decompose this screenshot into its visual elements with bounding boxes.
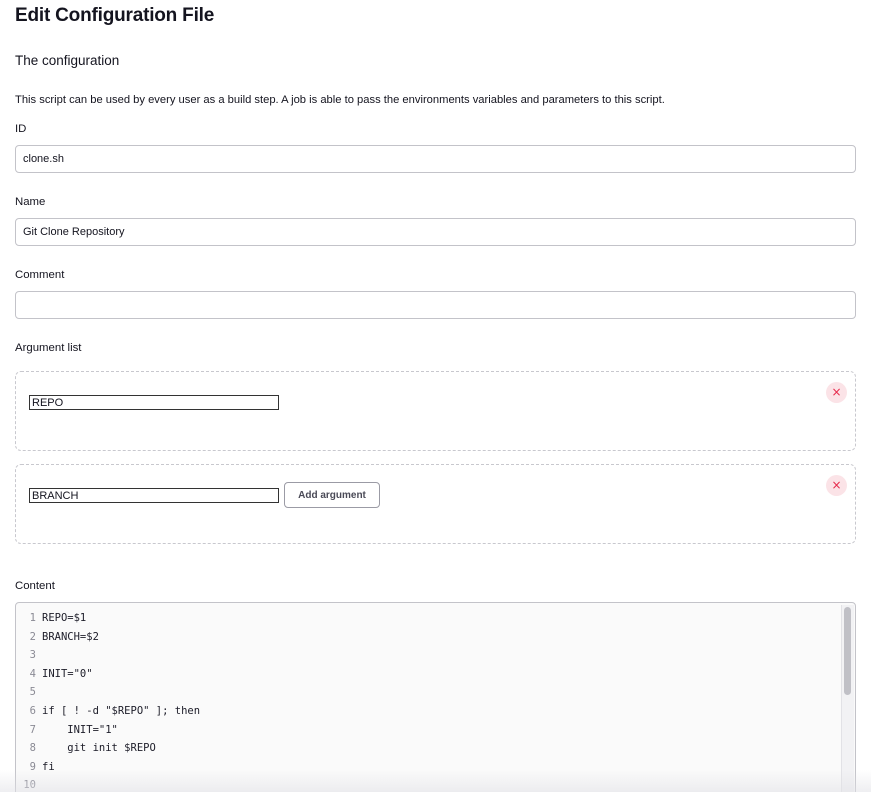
line-number: 3 — [29, 649, 36, 662]
argument-item: Add argument × — [15, 464, 856, 544]
name-field[interactable] — [15, 218, 856, 246]
argument-item: × — [15, 371, 856, 451]
name-label: Name — [15, 196, 46, 208]
delete-argument-button[interactable]: × — [826, 475, 847, 496]
line-number: 10 — [23, 779, 36, 792]
argument-input[interactable] — [29, 395, 279, 410]
scrollbar-thumb[interactable] — [844, 607, 851, 695]
line-text: git init $REPO — [42, 742, 156, 755]
add-argument-button[interactable]: Add argument — [284, 482, 380, 508]
code-line: 2 BRANCH=$2 — [16, 628, 200, 647]
code-line: 8 git init $REPO — [16, 739, 200, 758]
argument-input[interactable] — [29, 488, 279, 503]
code-line: 6 if [ ! -d "$REPO" ]; then — [16, 702, 200, 721]
argument-list-label: Argument list — [15, 342, 82, 354]
description-text: This script can be used by every user as… — [15, 94, 665, 106]
code-line: 10 — [16, 776, 200, 792]
line-text: INIT="0" — [42, 667, 93, 680]
comment-field[interactable] — [15, 291, 856, 319]
line-number: 8 — [29, 742, 36, 755]
code-line: 5 — [16, 683, 200, 702]
content-label: Content — [15, 580, 55, 592]
code-line: 7 INIT="1" — [16, 721, 200, 740]
line-number: 4 — [29, 667, 36, 680]
line-number: 9 — [29, 760, 36, 773]
code-line: 1 REPO=$1 — [16, 609, 200, 628]
line-number: 5 — [29, 686, 36, 699]
code-line: 9 fi — [16, 758, 200, 777]
comment-label: Comment — [15, 269, 65, 281]
close-icon: × — [831, 478, 842, 492]
line-number: 2 — [29, 630, 36, 643]
editor-scrollbar[interactable] — [841, 605, 854, 792]
line-text: REPO=$1 — [42, 612, 87, 624]
line-number: 1 — [29, 612, 36, 624]
line-text: BRANCH=$2 — [42, 630, 99, 643]
code-lines: 1 REPO=$1 2 BRANCH=$2 3 4 INIT="0" 5 6 if [ ! -d … — [16, 609, 200, 792]
line-number: 7 — [29, 723, 36, 736]
line-text: fi — [42, 760, 55, 773]
code-line: 4 INIT="0" — [16, 665, 200, 684]
code-editor[interactable]: 1 REPO=$1 2 BRANCH=$2 3 4 INIT="0" 5 6 if [ ! -d … — [15, 602, 856, 792]
close-icon: × — [831, 385, 842, 399]
section-title: The configuration — [15, 53, 120, 68]
code-line: 3 — [16, 646, 200, 665]
delete-argument-button[interactable]: × — [826, 382, 847, 403]
id-field[interactable] — [15, 145, 856, 173]
line-text: if [ ! -d "$REPO" ]; then — [42, 704, 201, 717]
page-title: Edit Configuration File — [15, 5, 215, 26]
id-label: ID — [15, 123, 27, 135]
line-text: INIT="1" — [42, 723, 118, 736]
edit-config-page: Edit Configuration File The configuratio… — [0, 0, 871, 792]
line-number: 6 — [29, 704, 36, 717]
